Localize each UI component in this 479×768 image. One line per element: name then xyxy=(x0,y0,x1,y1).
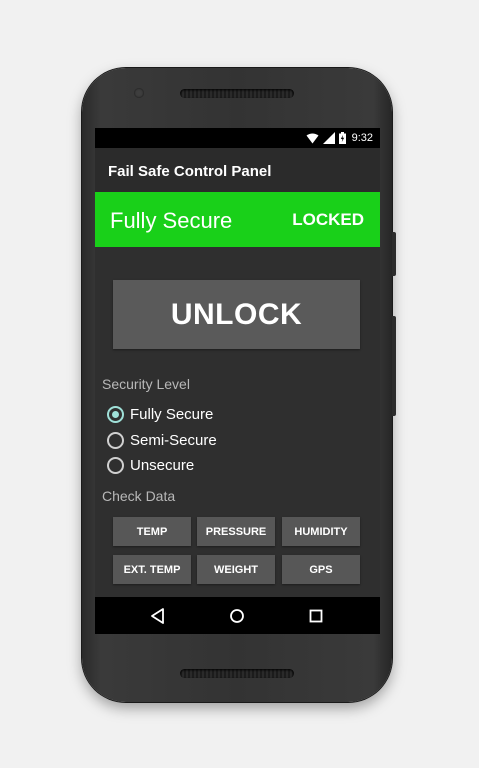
back-icon[interactable] xyxy=(147,605,169,627)
volume-button xyxy=(392,316,396,416)
unlock-button[interactable]: UNLOCK xyxy=(113,280,360,349)
pressure-button[interactable]: PRESSURE xyxy=(197,517,275,546)
radio-button[interactable] xyxy=(107,431,124,449)
radio-button-checked[interactable] xyxy=(107,405,124,423)
security-status-text: Fully Secure xyxy=(110,208,233,233)
lock-state-text: LOCKED xyxy=(292,210,364,229)
radio-unsecure[interactable]: Unsecure xyxy=(107,454,194,476)
humidity-button[interactable]: HUMIDITY xyxy=(282,517,360,546)
wifi-icon xyxy=(306,133,319,144)
status-bar: 9:32 xyxy=(95,128,380,148)
top-speaker xyxy=(180,89,294,98)
app-title: Fail Safe Control Panel xyxy=(108,163,272,180)
recents-icon[interactable] xyxy=(305,605,327,627)
navigation-bar xyxy=(95,597,380,634)
power-button xyxy=(392,232,396,276)
security-level-label: Security Level xyxy=(102,376,190,392)
battery-charging-icon xyxy=(338,132,346,144)
ext-temp-button[interactable]: EXT. TEMP xyxy=(113,555,191,584)
app-bar: Fail Safe Control Panel xyxy=(95,148,380,192)
radio-label: Fully Secure xyxy=(130,405,214,423)
weight-button[interactable]: WEIGHT xyxy=(197,555,275,584)
temp-button[interactable]: TEMP xyxy=(113,517,191,546)
radio-semi-secure[interactable]: Semi-Secure xyxy=(107,429,217,451)
front-camera xyxy=(134,88,144,98)
status-icons: 9:32 xyxy=(306,131,373,145)
radio-button[interactable] xyxy=(107,456,124,474)
check-data-label: Check Data xyxy=(102,488,176,504)
cell-signal-icon xyxy=(322,132,335,144)
radio-fully-secure[interactable]: Fully Secure xyxy=(107,403,213,425)
gps-button[interactable]: GPS xyxy=(282,555,360,584)
screen: 9:32 Fail Safe Control Panel Fully Secur… xyxy=(95,128,380,634)
radio-label: Semi-Secure xyxy=(130,431,217,449)
home-icon[interactable] xyxy=(226,605,248,627)
clock-time: 9:32 xyxy=(351,132,373,144)
security-status-banner: Fully Secure LOCKED xyxy=(95,192,380,247)
radio-label: Unsecure xyxy=(130,456,195,474)
bottom-speaker xyxy=(180,669,294,678)
